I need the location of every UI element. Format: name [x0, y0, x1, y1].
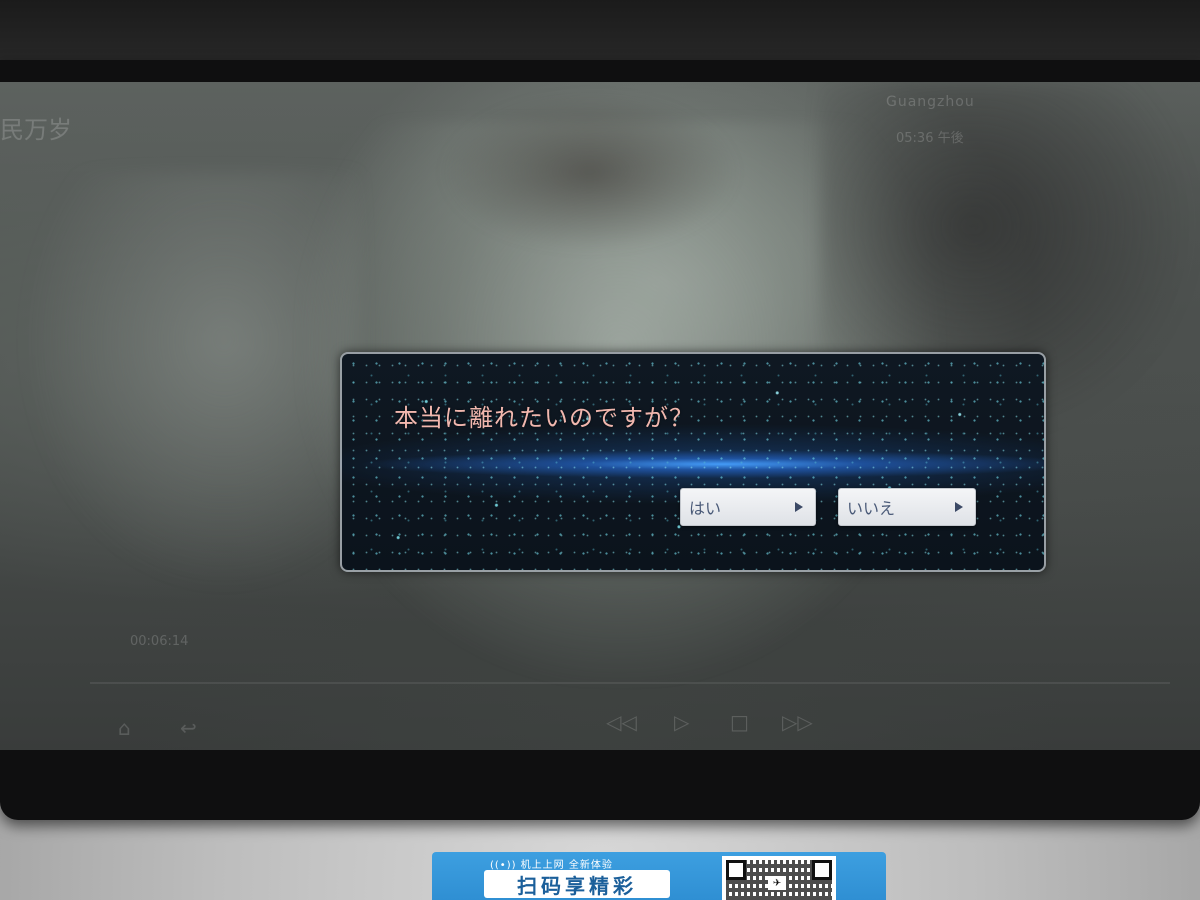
qr-finder [726, 860, 746, 880]
wifi-placard: ((•)) 机上上网 全新体验 扫码享精彩 ✈ [432, 852, 886, 900]
yes-button-label: はい [689, 499, 722, 518]
qr-code[interactable]: ✈ [722, 856, 836, 900]
no-button-label: いいえ [847, 499, 896, 518]
yes-button[interactable]: はい [680, 488, 816, 526]
qr-finder [812, 860, 832, 880]
reflection [440, 92, 740, 252]
exit-confirm-dialog: 本当に離れたいのですが？ はい いいえ [340, 352, 1046, 572]
movie-title: 民万岁 [0, 116, 72, 144]
play-icon[interactable]: ▷ [674, 710, 689, 734]
rewind-icon[interactable]: ◁◁ [606, 710, 637, 734]
dialog-message: 本当に離れたいのですが？ [394, 404, 694, 432]
elapsed-time: 00:06:14 [130, 634, 189, 649]
home-icon[interactable]: ⌂ [118, 716, 131, 740]
flight-route: Guangzhou [886, 94, 975, 110]
local-time: 05:36 午後 [896, 131, 964, 146]
airline-logo-icon: ✈ [768, 876, 786, 890]
back-icon[interactable]: ↩ [180, 716, 197, 740]
stop-icon[interactable]: □ [730, 710, 749, 734]
progress-bar[interactable] [90, 682, 1170, 684]
play-arrow-icon [795, 502, 803, 512]
fast-forward-icon[interactable]: ▷▷ [782, 710, 813, 734]
no-button[interactable]: いいえ [838, 488, 976, 526]
play-arrow-icon [955, 502, 963, 512]
placard-title: 扫码享精彩 [484, 870, 670, 898]
